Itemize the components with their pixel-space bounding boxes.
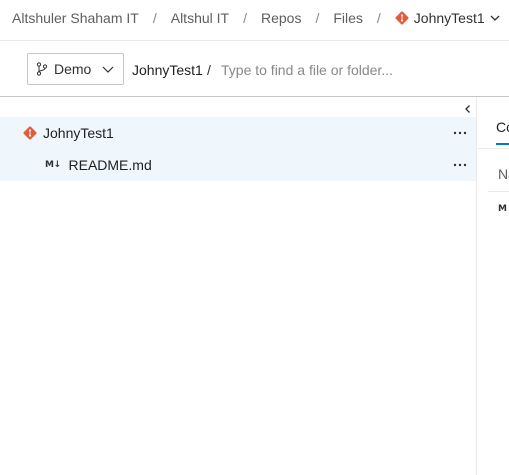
breadcrumb-files[interactable]: Files	[333, 10, 363, 26]
breadcrumb-repo-selector[interactable]: JohnyTest1	[395, 10, 501, 26]
markdown-icon: M↓	[498, 204, 509, 214]
tab-divider	[478, 148, 509, 149]
branch-selector-button[interactable]: Demo	[27, 53, 124, 85]
chevron-down-icon	[490, 15, 500, 21]
breadcrumb-separator: /	[315, 10, 320, 26]
file-search-input[interactable]	[217, 58, 497, 82]
chevron-down-icon	[102, 66, 114, 73]
breadcrumb-project[interactable]: Altshul IT	[171, 10, 229, 26]
path-bar: Demo JohnyTest1 /	[0, 41, 509, 96]
column-divider	[488, 191, 509, 192]
path-separator: /	[207, 62, 211, 78]
breadcrumb-repos[interactable]: Repos	[261, 10, 301, 26]
markdown-icon: M↓	[45, 160, 61, 170]
tree-item-repo[interactable]: JohnyTest1	[0, 117, 476, 149]
tree-item-label: README.md	[68, 157, 152, 173]
breadcrumb-org[interactable]: Altshuler Shaham IT	[12, 10, 139, 26]
branch-icon	[36, 62, 48, 76]
breadcrumb-separator: /	[376, 10, 381, 26]
file-tree-pane: JohnyTest1 M↓ README.md	[0, 97, 477, 475]
breadcrumb: Altshuler Shaham IT / Altshul IT / Repos…	[0, 0, 509, 36]
tree-item-label: JohnyTest1	[43, 125, 114, 141]
collapse-pane-icon[interactable]	[462, 103, 474, 115]
git-repo-icon	[23, 126, 37, 140]
more-icon[interactable]	[452, 158, 468, 172]
git-repo-icon	[395, 11, 409, 25]
column-header-name[interactable]: Na	[498, 166, 509, 182]
tab-selected-indicator	[496, 143, 509, 145]
tree-item-file[interactable]: M↓ README.md	[0, 149, 476, 181]
breadcrumb-separator: /	[152, 10, 157, 26]
branch-label: Demo	[54, 61, 92, 77]
breadcrumb-repo-label: JohnyTest1	[413, 10, 485, 26]
more-icon[interactable]	[452, 126, 468, 140]
path-repo-link[interactable]: JohnyTest1	[132, 62, 203, 78]
content-pane: Co Na M↓	[478, 97, 509, 475]
tab-contents[interactable]: Co	[496, 119, 509, 135]
breadcrumb-separator: /	[243, 10, 247, 26]
